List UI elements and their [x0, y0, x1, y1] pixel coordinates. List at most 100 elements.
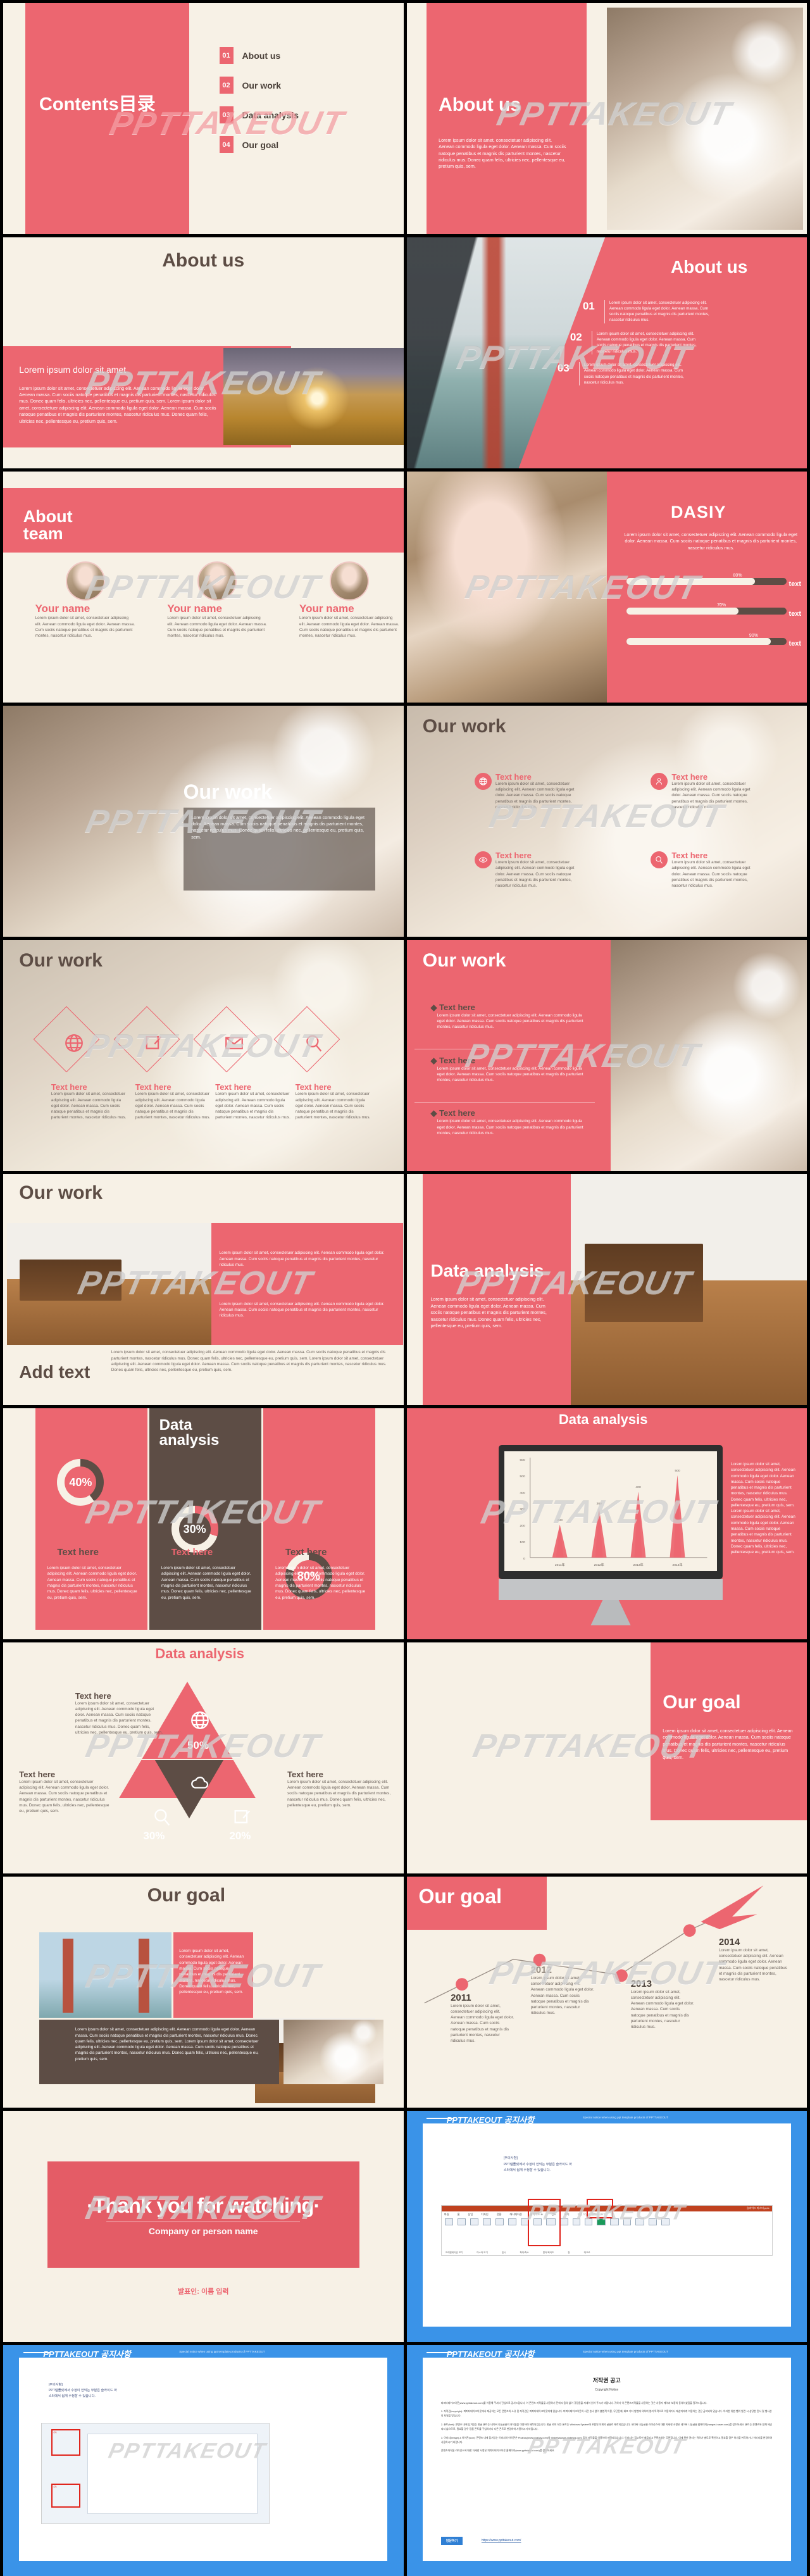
- macro-icon[interactable]: [661, 2218, 670, 2225]
- list-item[interactable]: 01 Lorem ipsum dolor sit amet, consectet…: [583, 299, 791, 323]
- ribbon-tab[interactable]: 파일: [444, 2213, 449, 2216]
- timeline-year: 2014: [718, 1936, 740, 1948]
- ribbon-tabs[interactable]: 파일 홈 삽입 디자인 전환 애니메이션 슬라이드 쇼 검토 보기 어떤 작업을…: [444, 2213, 605, 2216]
- slide-our-work-icons[interactable]: Our work Text here Lorem ipsum dolor sit…: [406, 706, 807, 937]
- ribbon-tab[interactable]: 삽입: [468, 2213, 473, 2216]
- team-member[interactable]: Your name Lorem ipsum dolor sit amet, co…: [167, 561, 267, 639]
- timeline-item[interactable]: 2013 Lorem ipsum dolor sit amet, consect…: [631, 1979, 695, 2030]
- feature-card[interactable]: Text here Lorem ipsum dolor sit amet, co…: [651, 851, 771, 889]
- progress-track[interactable]: [626, 577, 787, 585]
- body-text: Lorem ipsum dolor sit amet, consectetuer…: [430, 1296, 547, 1329]
- view-sorter-icon[interactable]: [470, 2218, 478, 2225]
- list-item[interactable]: 01 About us: [219, 47, 299, 65]
- slide-notice-ribbon[interactable]: PPTTAKEOUT 공지사항 Special notice when usin…: [406, 2111, 807, 2342]
- ribbon-tab[interactable]: 보기: [564, 2213, 570, 2216]
- switch-window-icon[interactable]: [648, 2218, 657, 2225]
- color-icon[interactable]: [596, 2218, 606, 2225]
- slide-data-analysis-monitor[interactable]: Data analysis 0 100 200 300 400 500 600: [406, 1408, 807, 1639]
- feature-card[interactable]: Text here Lorem ipsum dolor sit amet, co…: [651, 772, 771, 810]
- copyright-paragraph: 1. 저작권(copyright): 피피티테이크아웃에서 제공하는 모든 콘텐…: [440, 2409, 772, 2418]
- slide-our-goal-city[interactable]: Our goal Lorem ipsum dolor sit amet, con…: [406, 1642, 807, 1873]
- slide-thank-you[interactable]: ·Thank you for watching· Company or pers…: [3, 2111, 404, 2342]
- avatar: [197, 561, 237, 601]
- visit-button[interactable]: 방문하기: [440, 2536, 463, 2545]
- data-point: [614, 1969, 628, 1982]
- svg-text:400: 400: [636, 1485, 642, 1489]
- notice-subtitle: Special notice when using ppt template p…: [582, 2350, 669, 2354]
- slide-data-analysis-donuts[interactable]: Data analysis 40% 30% 80% Text here Text…: [3, 1408, 404, 1639]
- feature-card[interactable]: Text here Lorem ipsum dolor sit amet, co…: [51, 1083, 127, 1120]
- page-title: Data analysis: [430, 1260, 544, 1280]
- progress-track[interactable]: [626, 637, 787, 645]
- feature-card[interactable]: Text here Lorem ipsum dolor sit amet, co…: [215, 1083, 291, 1120]
- team-member[interactable]: Your name Lorem ipsum dolor sit amet, co…: [299, 561, 399, 639]
- slide-about-team[interactable]: About team Your name Lorem ipsum dolor s…: [3, 472, 404, 703]
- slide-about-us-diagonal[interactable]: About us 01 Lorem ipsum dolor sit amet, …: [406, 237, 807, 468]
- slide-notice-ribbon-2[interactable]: PPTTAKEOUT 공지사항 Special notice when usin…: [3, 2345, 404, 2576]
- bullet-item[interactable]: ◆ Text here Lorem ipsum dolor sit amet, …: [430, 1003, 590, 1030]
- slide-our-goal-timeline[interactable]: Our goal 2011 Lorem ipsum dolor sit amet…: [406, 1877, 807, 2108]
- grayscale-icon[interactable]: [609, 2218, 619, 2225]
- list-item[interactable]: 03 Lorem ipsum dolor sit amet, consectet…: [558, 361, 791, 386]
- progress-bar-row[interactable]: 70%: [626, 603, 787, 615]
- slide-dasiy[interactable]: DASIY Lorem ipsum dolor sit amet, consec…: [406, 472, 807, 703]
- slide-contents[interactable]: Contents目录 01 About us 02 Our work 03 Da…: [3, 3, 404, 234]
- slide-our-work-cover[interactable]: Our work Lorem ipsum dolor sit amet, con…: [3, 706, 404, 937]
- slide-data-analysis-triangle[interactable]: Data analysis 50% 30% 20% Text here Lore…: [3, 1642, 404, 1873]
- list-item[interactable]: 03 Data analysis: [219, 106, 299, 124]
- ribbon-tab[interactable]: 홈: [458, 2213, 460, 2216]
- caption-heading: Text here: [75, 1691, 111, 1701]
- bullet-item[interactable]: ◆ Text here Lorem ipsum dolor sit amet, …: [430, 1056, 590, 1084]
- slide-about-us-band[interactable]: About us Lorem ipsum dolor sit amet Lore…: [3, 237, 404, 468]
- zoom-icon[interactable]: [572, 2218, 580, 2225]
- arrange-all-icon[interactable]: [635, 2218, 644, 2225]
- feature-card[interactable]: Text here Lorem ipsum dolor sit amet, co…: [475, 851, 595, 889]
- slide-our-work-bullets[interactable]: Our work ◆ Text here Lorem ipsum dolor s…: [406, 940, 807, 1171]
- notes-pane-icon[interactable]: [559, 2218, 568, 2225]
- slide-our-work-addtext[interactable]: Our work Lorem ipsum dolor sit amet, con…: [3, 1174, 404, 1405]
- list-item[interactable]: 02 Lorem ipsum dolor sit amet, consectet…: [570, 330, 791, 354]
- slide-about-us-cover[interactable]: About us Lorem ipsum dolor sit amet, con…: [406, 3, 807, 234]
- slide-copyright-notice[interactable]: PPTTAKEOUT 공지사항 Special notice when usin…: [406, 2345, 807, 2576]
- progress-fill: [626, 637, 771, 645]
- view-reading-icon[interactable]: [495, 2218, 504, 2225]
- slide-our-work-diamonds[interactable]: Our work Text here Lorem ipsum dolor sit…: [3, 940, 404, 1171]
- progress-bar-row[interactable]: 90%: [626, 634, 787, 645]
- copyright-paragraph: 콘텐츠저작물 라이선스에 대한 자세한 사항은 피피티테이크아웃 홈페이지(ww…: [440, 2449, 555, 2453]
- text-panel: [211, 1222, 404, 1346]
- timeline-item[interactable]: 2011 Lorem ipsum dolor sit amet, consect…: [451, 1992, 514, 2044]
- member-bio: Lorem ipsum dolor sit amet, consectetuer…: [299, 616, 399, 639]
- slide-our-goal-mosaic[interactable]: Our goal Lorem ipsum dolor sit amet, con…: [3, 1877, 404, 2108]
- feature-card[interactable]: Text here Lorem ipsum dolor sit amet, co…: [296, 1083, 371, 1120]
- page-title: Our goal: [147, 1884, 226, 1906]
- view-notes-icon[interactable]: [482, 2218, 491, 2225]
- donut-value: 40%: [69, 1475, 92, 1489]
- footer-text: Lorem ipsum dolor sit amet, consectetuer…: [111, 1350, 387, 1373]
- bullet-item[interactable]: ◆ Text here Lorem ipsum dolor sit amet, …: [430, 1108, 590, 1136]
- ribbon-tab[interactable]: 애니메이션: [509, 2213, 521, 2216]
- timeline-item[interactable]: 2012 Lorem ipsum dolor sit amet, consect…: [531, 1965, 595, 2016]
- feature-card[interactable]: Text here Lorem ipsum dolor sit amet, co…: [135, 1083, 211, 1120]
- new-window-icon[interactable]: [623, 2218, 631, 2225]
- slide-master-icon[interactable]: [508, 2218, 516, 2225]
- view-normal-icon[interactable]: [444, 2218, 453, 2225]
- photo-coffee: [283, 2020, 383, 2085]
- globe-icon: [63, 1032, 85, 1057]
- card-text: Lorem ipsum dolor sit amet, consectetuer…: [671, 781, 751, 810]
- feature-card[interactable]: Text here Lorem ipsum dolor sit amet, co…: [475, 772, 595, 810]
- ribbon-tab[interactable]: 디자인: [481, 2213, 489, 2216]
- timeline-item[interactable]: 2014 Lorem ipsum dolor sit amet, consect…: [719, 1937, 791, 1983]
- powerpoint-panel: (1) (2): [41, 2422, 270, 2525]
- view-outline-icon[interactable]: [457, 2218, 466, 2225]
- slide-data-analysis-cover[interactable]: Data analysis Lorem ipsum dolor sit amet…: [406, 1174, 807, 1405]
- progress-track[interactable]: [626, 608, 787, 615]
- list-item[interactable]: 02 Our work: [219, 77, 299, 94]
- ribbon-tab[interactable]: 전환: [497, 2213, 502, 2216]
- bar-chart: 0 100 200 300 400 500 600 200 300 400 50…: [520, 1457, 707, 1566]
- progress-bar-row[interactable]: 80%: [626, 573, 787, 585]
- notice-line: [주의사항]: [48, 2382, 63, 2387]
- fit-window-icon[interactable]: [584, 2218, 592, 2225]
- list-item[interactable]: 04 Our goal: [219, 136, 299, 154]
- website-link[interactable]: https://www.ppttakeout.com/: [482, 2539, 521, 2542]
- team-member[interactable]: Your name Lorem ipsum dolor sit amet, co…: [35, 561, 135, 639]
